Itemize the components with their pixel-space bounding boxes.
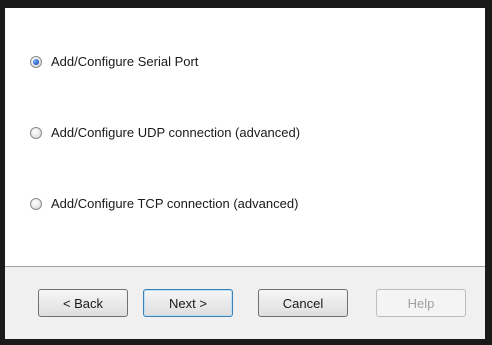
next-button[interactable]: Next > [143, 289, 233, 317]
dialog-content: Add/Configure Serial Port Add/Configure … [5, 8, 485, 266]
option-tcp-connection[interactable]: Add/Configure TCP connection (advanced) [30, 196, 298, 211]
back-button[interactable]: < Back [38, 289, 128, 317]
radio-selected-icon[interactable] [30, 55, 42, 68]
option-serial-port-label: Add/Configure Serial Port [51, 54, 199, 69]
option-udp-connection[interactable]: Add/Configure UDP connection (advanced) [30, 125, 300, 140]
radio-unselected-icon[interactable] [30, 197, 42, 210]
radio-unselected-icon[interactable] [30, 126, 42, 139]
cancel-button[interactable]: Cancel [258, 289, 348, 317]
option-serial-port[interactable]: Add/Configure Serial Port [30, 54, 198, 69]
option-udp-connection-label: Add/Configure UDP connection (advanced) [51, 125, 301, 140]
dialog-footer: < Back Next > Cancel Help [5, 267, 485, 339]
option-tcp-connection-label: Add/Configure TCP connection (advanced) [51, 196, 299, 211]
help-button[interactable]: Help [376, 289, 466, 317]
